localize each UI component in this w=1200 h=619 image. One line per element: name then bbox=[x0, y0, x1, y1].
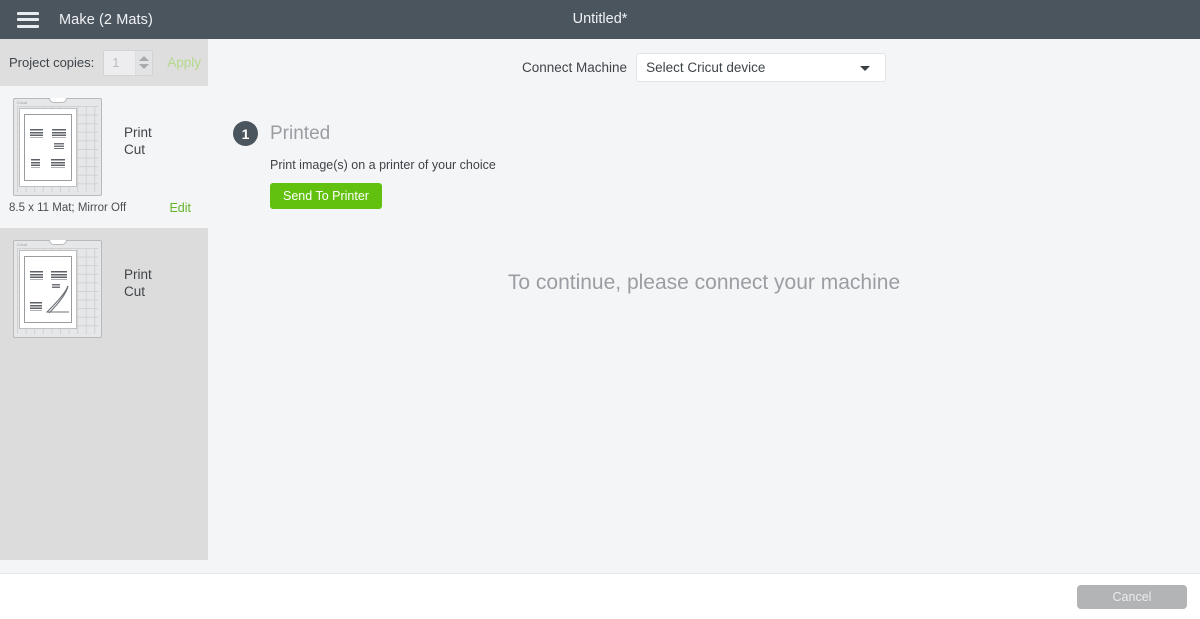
hamburger-menu-icon[interactable] bbox=[17, 11, 39, 28]
chevron-down-icon[interactable] bbox=[860, 65, 871, 71]
stepper-up-icon[interactable] bbox=[139, 56, 150, 61]
device-select[interactable]: Select Cricut device bbox=[636, 53, 887, 82]
connect-machine-message: To continue, please connect your machine bbox=[507, 271, 901, 294]
mat-operation-print: Print bbox=[124, 125, 152, 140]
hamburger-bar bbox=[17, 24, 39, 28]
apply-copies-button[interactable]: Apply bbox=[167, 55, 201, 70]
step-printed: 1 Printed Print image(s) on a printer of… bbox=[233, 121, 496, 209]
mat-text-block bbox=[31, 159, 40, 168]
step-header: 1 Printed bbox=[233, 121, 496, 146]
mat-operations: Print Cut bbox=[124, 98, 152, 158]
mat-print-page bbox=[19, 250, 77, 329]
mat-page-border bbox=[24, 114, 72, 181]
mat-brand-label: Cricut bbox=[17, 243, 28, 247]
mat-thumbnail[interactable]: Cricut bbox=[13, 98, 102, 196]
mat-text-block bbox=[51, 159, 65, 168]
mat-operation-print: Print bbox=[124, 267, 152, 282]
mat-brand-label: Cricut bbox=[17, 101, 28, 105]
step-description: Print image(s) on a printer of your choi… bbox=[270, 158, 496, 172]
make-title: Make (2 Mats) bbox=[59, 11, 153, 28]
mat-text-block bbox=[30, 302, 42, 311]
mat-list-item[interactable]: Cricut bbox=[0, 228, 208, 560]
mat-operations: Print Cut bbox=[124, 240, 152, 300]
device-select-value: Select Cricut device bbox=[646, 60, 766, 75]
mat-page-border bbox=[24, 256, 72, 323]
project-copies-label: Project copies: bbox=[9, 55, 95, 70]
make-screen: Make (2 Mats) Untitled* Project copies: … bbox=[0, 0, 1200, 619]
document-title: Untitled* bbox=[572, 11, 628, 27]
project-copies-stepper[interactable]: 1 bbox=[103, 49, 154, 76]
mat-operation-cut: Cut bbox=[124, 142, 146, 157]
main-panel: Connect Machine Select Cricut device 1 P… bbox=[208, 39, 1200, 573]
cancel-button[interactable]: Cancel bbox=[1077, 585, 1187, 609]
stepper-down-icon[interactable] bbox=[139, 64, 150, 69]
step-number-badge: 1 bbox=[233, 121, 258, 146]
footer-bar: Cancel bbox=[0, 573, 1200, 619]
mat-swoosh-shape bbox=[45, 285, 69, 314]
send-to-printer-button[interactable]: Send To Printer bbox=[270, 183, 382, 209]
hamburger-bar bbox=[17, 18, 39, 21]
top-header-bar: Make (2 Mats) Untitled* bbox=[0, 0, 1200, 39]
connect-machine-row: Connect Machine Select Cricut device bbox=[522, 53, 887, 82]
mat-text-block bbox=[30, 271, 43, 280]
mats-sidebar: Project copies: 1 Apply Cricut Print Cut… bbox=[0, 39, 208, 573]
mat-print-page bbox=[19, 108, 77, 187]
mat-edit-button[interactable]: Edit bbox=[169, 201, 191, 215]
mat-list-item[interactable]: Cricut bbox=[0, 86, 208, 228]
connect-machine-label: Connect Machine bbox=[522, 60, 628, 75]
hamburger-bar bbox=[17, 11, 39, 15]
stepper-arrows[interactable] bbox=[135, 50, 153, 75]
mat-tab-icon bbox=[48, 98, 67, 103]
step-title: Printed bbox=[270, 122, 331, 144]
mat-operation-cut: Cut bbox=[124, 284, 146, 299]
mat-size-caption: 8.5 x 11 Mat; Mirror Off bbox=[9, 202, 127, 214]
mat-text-block bbox=[51, 271, 67, 280]
project-copies-bar: Project copies: 1 Apply bbox=[0, 39, 208, 86]
mat-thumbnail[interactable]: Cricut bbox=[13, 240, 102, 338]
mat-tab-icon bbox=[48, 240, 67, 245]
mat-text-block bbox=[52, 129, 66, 138]
project-copies-input[interactable]: 1 bbox=[104, 51, 135, 75]
mat-text-block bbox=[54, 143, 64, 149]
mat-text-block bbox=[30, 129, 43, 138]
